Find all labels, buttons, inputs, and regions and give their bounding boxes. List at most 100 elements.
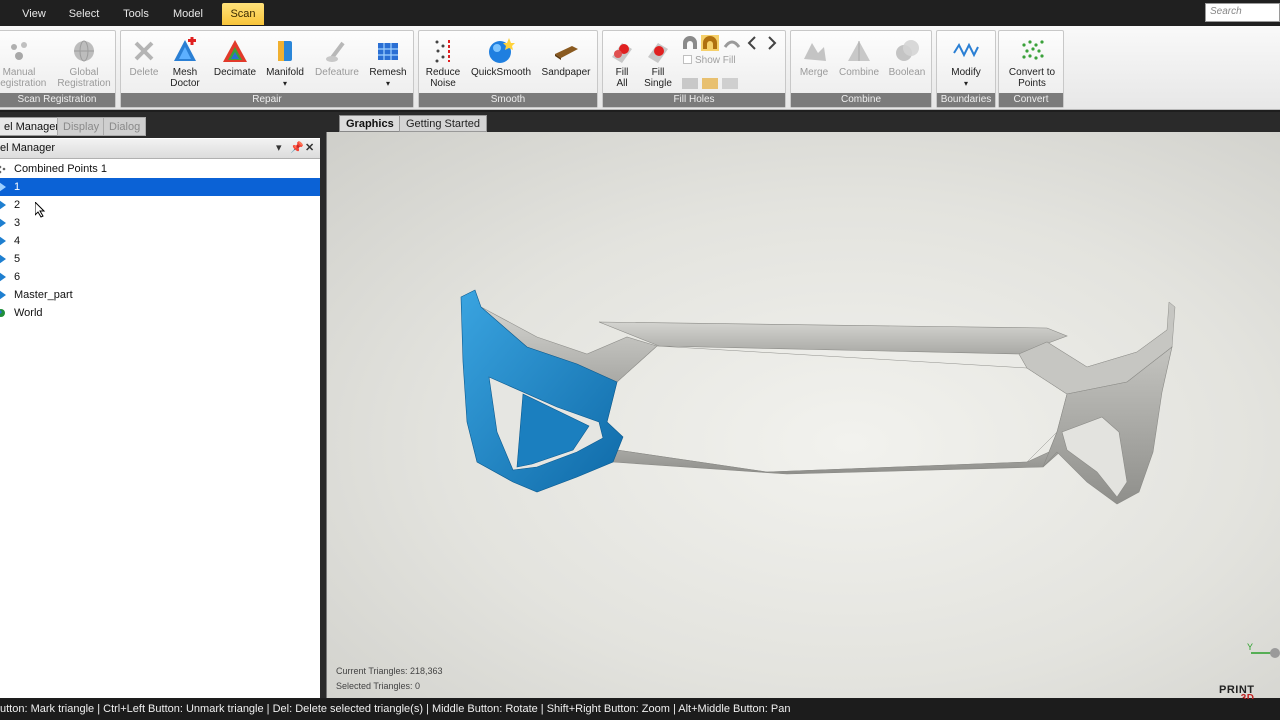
current-triangles: Current Triangles: 218,363 <box>336 666 443 676</box>
remesh-button[interactable]: Remesh ▾ <box>365 33 411 89</box>
group-scan-registration: Manual Registration Global Registration … <box>0 30 116 108</box>
bridge-icon[interactable] <box>681 35 699 51</box>
quicksmooth-label: QuickSmooth <box>470 67 532 78</box>
defeature-button[interactable]: Defeature <box>313 33 361 78</box>
bumper-model[interactable] <box>327 132 1280 698</box>
group-convert: Convert to Points Convert <box>998 30 1064 108</box>
reduce-noise-button[interactable]: Reduce Noise <box>423 33 463 89</box>
manifold-button[interactable]: Manifold ▾ <box>261 33 309 89</box>
flat-fill-icon[interactable] <box>723 35 741 51</box>
fill-partial-icon[interactable] <box>701 35 719 51</box>
bumper-lower-band <box>606 421 1063 475</box>
tree-node-2[interactable]: 2 <box>0 196 320 214</box>
next-hole-icon[interactable] <box>763 35 781 51</box>
combine-label: Combine <box>838 67 880 78</box>
menu-view[interactable]: View <box>18 4 50 24</box>
pin-icon[interactable]: 📌 <box>290 141 304 154</box>
graphics-viewport[interactable]: Current Triangles: 218,363 Selected Tria… <box>326 132 1280 704</box>
convert-to-points-icon <box>1022 40 1044 60</box>
reduce-noise-label-2: Noise <box>430 78 456 89</box>
delete-button[interactable]: Delete <box>125 33 163 78</box>
triangle-stats: Current Triangles: 218,363 Selected Tria… <box>336 664 443 694</box>
tree-node-6[interactable]: 6 <box>0 268 320 286</box>
fill-single-button[interactable]: Fill Single <box>641 33 675 89</box>
modify-icon <box>953 42 979 58</box>
mesh-doctor-label: Mesh <box>172 67 198 78</box>
tree-node-4[interactable]: 4 <box>0 232 320 250</box>
close-icon[interactable]: ✕ <box>305 141 314 154</box>
modify-label: Modify <box>951 67 981 78</box>
merge-button[interactable]: Merge <box>793 33 835 78</box>
delete-label: Delete <box>129 67 159 78</box>
convert-to-points-button[interactable]: Convert to Points <box>1001 33 1063 89</box>
search-input[interactable]: Search <box>1205 3 1280 22</box>
tree-node-combined-points[interactable]: Combined Points 1 <box>0 160 320 178</box>
menu-model[interactable]: Model <box>168 4 208 24</box>
fill-single-label: Fill <box>651 67 665 78</box>
defeature-icon <box>326 41 345 62</box>
tree-node-1[interactable]: 1 <box>0 178 320 196</box>
tree-node-label: 6 <box>14 271 21 283</box>
fill-option-1-icon[interactable] <box>681 75 699 91</box>
tree-node-3[interactable]: 3 <box>0 214 320 232</box>
points-icon <box>0 165 6 174</box>
quicksmooth-icon <box>489 38 515 63</box>
menu-tools[interactable]: Tools <box>118 4 154 24</box>
fill-holes-label: Fill Holes <box>673 94 715 105</box>
grille-opening-outline <box>606 345 1068 473</box>
boolean-button[interactable]: Boolean <box>885 33 929 78</box>
fill-all-button[interactable]: Fill All <box>605 33 639 89</box>
boolean-icon <box>896 40 919 61</box>
group-label-fill-holes: Fill Holes <box>603 93 785 107</box>
show-fill-checkbox[interactable]: Show Fill <box>683 55 736 66</box>
mouse-cursor-icon <box>35 202 46 218</box>
tree-node-5[interactable]: 5 <box>0 250 320 268</box>
modify-button[interactable]: Modify ▾ <box>941 33 991 89</box>
show-fill-label: Show Fill <box>695 55 736 66</box>
manifold-icon <box>278 41 292 61</box>
tab-model-manager[interactable]: el Manager <box>0 117 66 136</box>
manual-registration-icon <box>11 42 27 60</box>
group-label-repair: Repair <box>121 93 413 107</box>
fill-option-2-icon[interactable] <box>701 75 719 91</box>
decimate-icon <box>223 40 247 62</box>
mesh-doctor-button[interactable]: Mesh Doctor <box>165 33 205 89</box>
group-label-combine: Combine <box>791 93 931 107</box>
global-registration-icon <box>74 40 94 62</box>
merge-icon <box>804 43 826 61</box>
fill-single-label-2: Single <box>644 78 672 89</box>
selected-triangles: Selected Triangles: 0 <box>336 681 421 691</box>
panel-dropdown-icon[interactable]: ▾ <box>276 141 282 154</box>
tab-dialog[interactable]: Dialog <box>103 117 147 136</box>
global-registration-button[interactable]: Global Registration <box>55 33 113 89</box>
fill-option-3-icon[interactable] <box>721 75 739 91</box>
group-repair: Delete Mesh Doctor Decimate Manifold ▾ D… <box>120 30 414 108</box>
tree-node-world[interactable]: World <box>0 304 320 322</box>
decimate-button[interactable]: Decimate <box>211 33 259 78</box>
tab-getting-started[interactable]: Getting Started <box>399 115 487 132</box>
manual-registration-button[interactable]: Manual Registration <box>0 33 47 89</box>
tree-node-label: Master_part <box>14 289 73 301</box>
decimate-label: Decimate <box>213 67 257 78</box>
global-registration-label-2: Registration <box>57 78 111 89</box>
menu-select[interactable]: Select <box>64 4 104 24</box>
tab-display[interactable]: Display <box>57 117 106 136</box>
quicksmooth-button[interactable]: QuickSmooth <box>469 33 533 78</box>
mesh-icon <box>0 182 6 192</box>
axis-y-label: Y <box>1247 642 1253 652</box>
tree-node-master-part[interactable]: Master_part <box>0 286 320 304</box>
remesh-label: Remesh <box>369 67 407 78</box>
combine-button[interactable]: Combine <box>835 33 883 78</box>
axis-triad-icon: Y <box>1247 642 1280 658</box>
manual-registration-label-2: Registration <box>0 78 47 89</box>
previous-hole-icon[interactable] <box>743 35 761 51</box>
panel-tabs: el Manager Display Dialog <box>0 112 320 138</box>
fill-all-label: Fill <box>615 67 629 78</box>
sandpaper-label: Sandpaper <box>541 67 591 78</box>
bumper-left-selected[interactable] <box>460 289 624 493</box>
combine-icon <box>848 41 870 61</box>
group-boundaries: Modify ▾ Boundaries <box>936 30 996 108</box>
menu-scan[interactable]: Scan <box>222 3 264 25</box>
sandpaper-button[interactable]: Sandpaper <box>537 33 595 78</box>
tab-graphics[interactable]: Graphics <box>339 115 401 132</box>
